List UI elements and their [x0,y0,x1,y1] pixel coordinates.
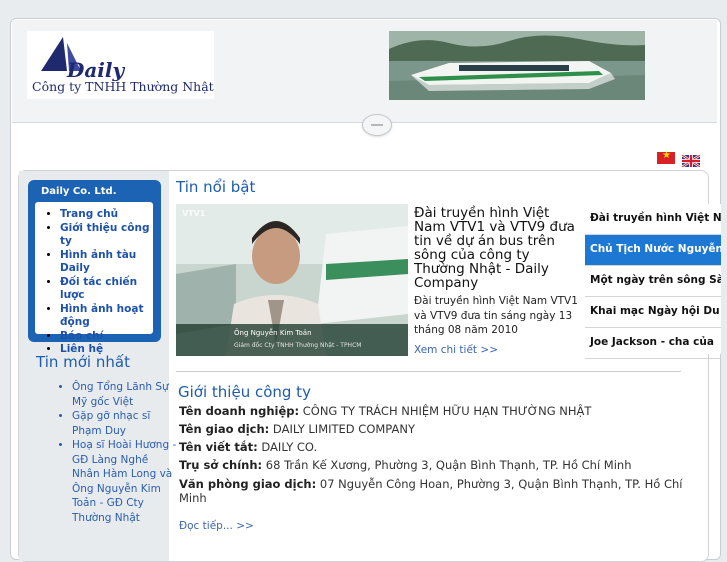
sail-logo-icon: Daily [41,37,125,81]
menu-item-home[interactable]: Trang chủ [60,208,153,222]
menu-item-boat-gallery[interactable]: Hình ảnh tàu Daily [60,249,153,276]
featured-more-link[interactable]: Xem chi tiết >> [414,344,584,354]
language-switcher [657,150,702,171]
featured-tab[interactable]: Khai mạc Ngày hội Du [585,297,721,328]
collapse-header-handle[interactable] [362,114,392,136]
banner-boat-image [389,31,645,100]
menu-title: Daily Co. Ltd. [41,186,117,197]
featured-section-title: Tin nổi bật [176,178,256,196]
info-row-office: Văn phòng giao dịch: 07 Nguyễn Công Hoan… [179,477,683,505]
read-more-link[interactable]: Đọc tiếp... >> [179,520,254,532]
latest-news-item[interactable]: Ông Tổng Lãnh Sự Mỹ gốc Việt [72,380,177,409]
featured-summary: Đài truyền hình Việt Nam VTV1 và VTV9 đư… [414,295,578,336]
photo-caption-name: Ông Nguyễn Kim Toản [234,328,312,337]
featured-tab[interactable]: Một ngày trên sông Sài [585,266,721,297]
latest-news-item[interactable]: Hoạ sĩ Hoài Hương - GĐ Làng Nghề Nhân Hà… [72,438,177,525]
featured-tab-list: Đài truyền hình Việt Nam Chủ Tịch Nước N… [585,204,721,359]
menu-item-partners[interactable]: Đối tác chiến lược [60,276,153,303]
menu-item-about[interactable]: Giới thiệu công ty [60,222,153,249]
photo-caption-role: Giám đốc Cty TNHH Thường Nhật - TPHCM [234,342,361,349]
site-logo[interactable]: Daily Công ty TNHH Thường Nhật [27,31,214,99]
company-info: Tên doanh nghiệp: CÔNG TY TRÁCH NHIỆM HỮ… [179,402,684,505]
logo-wordmark: Daily [66,58,125,81]
vietnamese-flag-icon[interactable] [657,150,675,164]
featured-headline[interactable]: Đài truyền hình Việt Nam VTV1 và VTV9 đư… [414,206,584,290]
main-menu: Daily Co. Ltd. Trang chủ Giới thiệu công… [28,180,161,355]
featured-tab-active[interactable]: Chủ Tịch Nước Nguyễn [585,235,721,266]
latest-news-list: Ông Tổng Lãnh Sự Mỹ gốc Việt Gặp gỡ nhạc… [56,380,177,525]
intro-title: Giới thiệu công ty [178,383,311,401]
info-row-company-name: Tên doanh nghiệp: CÔNG TY TRÁCH NHIỆM HỮ… [179,404,592,418]
info-row-head-office: Trụ sở chính: 68 Trần Kế Xương, Phường 3… [179,458,632,472]
featured-tab[interactable]: Joe Jackson - cha của [585,328,721,359]
section-divider [176,371,681,372]
company-name: Công ty TNHH Thường Nhật [32,79,214,94]
featured-photo[interactable]: Ông Nguyễn Kim Toản Giám đốc Cty TNHH Th… [176,204,408,356]
latest-news-title: Tin mới nhất [36,353,130,371]
english-flag-icon[interactable] [681,152,701,168]
info-row-short-name: Tên viết tắt: DAILY CO. [179,440,318,454]
vtv-watermark: VTV1 [182,209,206,218]
menu-item-activities[interactable]: Hình ảnh hoạt động [60,303,153,330]
info-row-trade-name: Tên giao dịch: DAILY LIMITED COMPANY [179,422,416,436]
latest-news-item[interactable]: Gặp gỡ nhạc sĩ Phạm Duy [72,409,177,438]
featured-tab[interactable]: Đài truyền hình Việt Nam [585,204,721,235]
menu-item-press[interactable]: Báo chí [60,330,153,344]
